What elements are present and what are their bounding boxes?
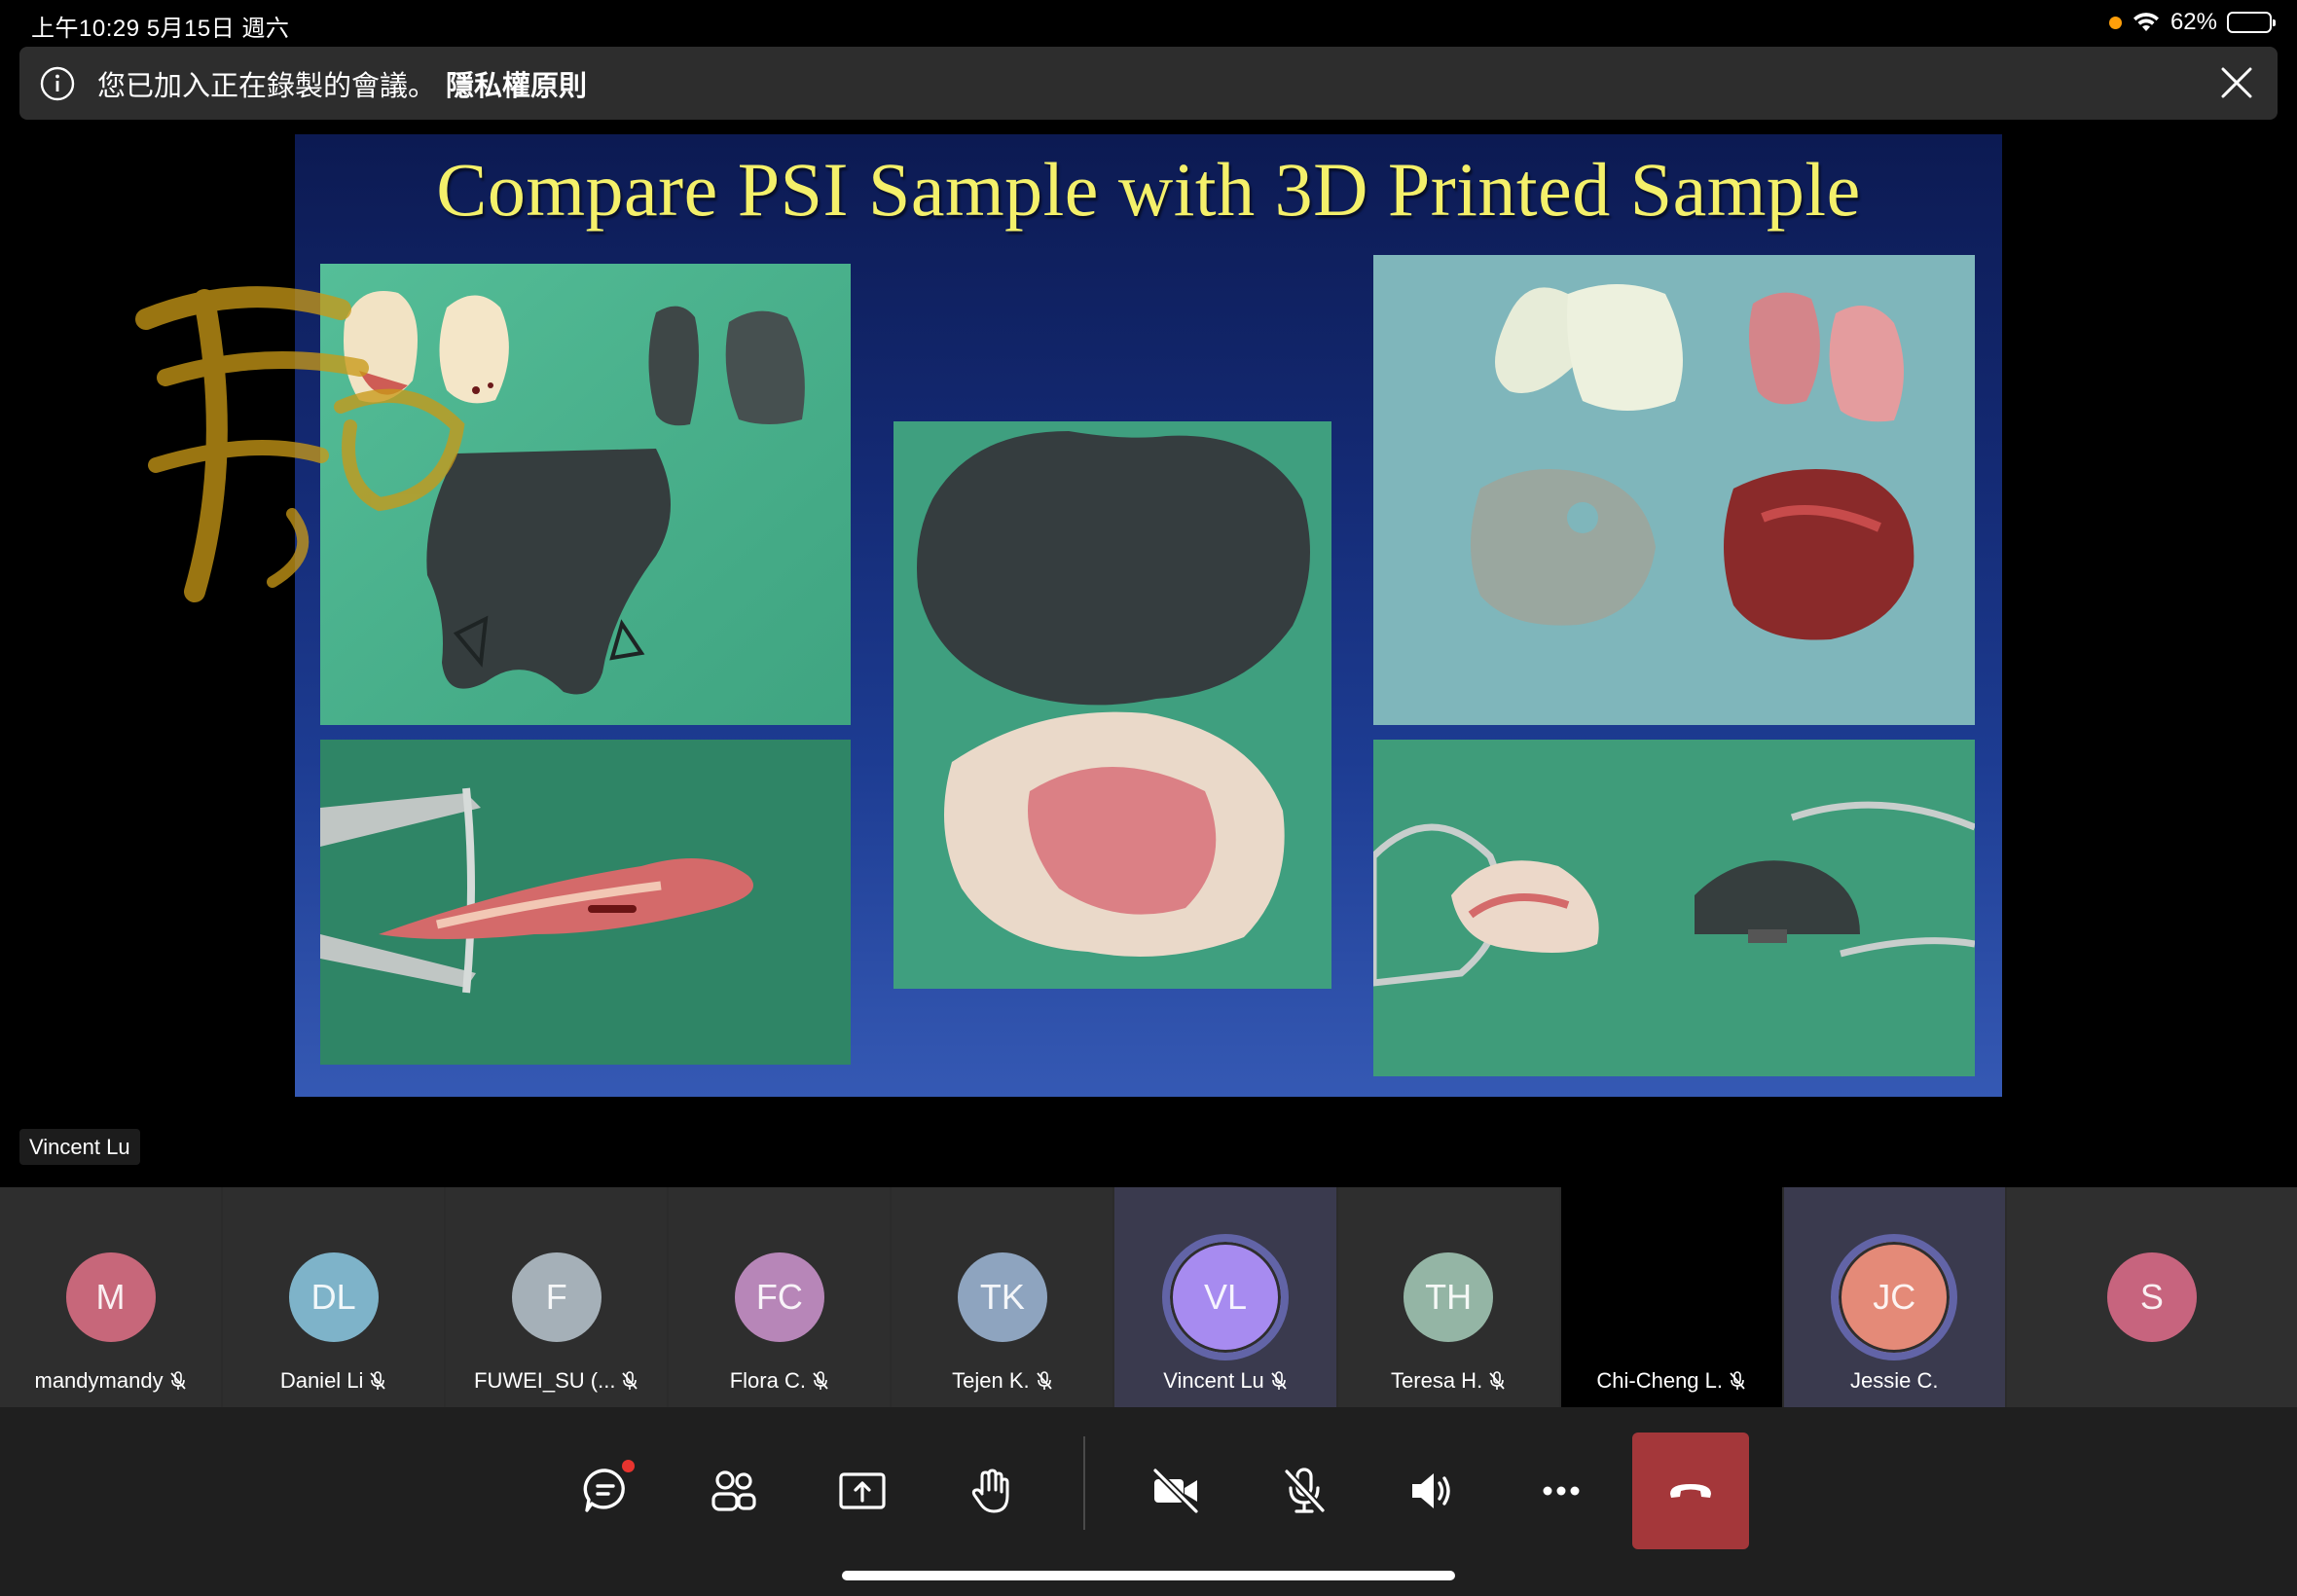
more-options-button[interactable]: [1503, 1433, 1620, 1549]
call-control-bar: [0, 1407, 2297, 1596]
share-screen-icon: [839, 1472, 886, 1509]
avatar: TK: [957, 1252, 1047, 1342]
hang-up-button[interactable]: [1632, 1433, 1749, 1549]
muted-mic-icon: [813, 1371, 828, 1390]
participant-tile[interactable]: TK Tejen K.: [892, 1187, 1113, 1407]
mic-off-icon: [1284, 1468, 1326, 1513]
avatar: JC: [1831, 1234, 1958, 1360]
participant-name: mandymandy: [0, 1368, 221, 1394]
participant-tile[interactable]: Mmandymandy: [0, 1187, 222, 1407]
participant-name: Tejen K.: [892, 1368, 1112, 1394]
participant-name-text: Teresa H.: [1391, 1368, 1483, 1393]
banner-message: 您已加入正在錄製的會議。: [97, 70, 437, 102]
status-indicators: 62%: [2108, 9, 2276, 36]
recording-indicator-icon: [2108, 16, 2122, 29]
close-icon[interactable]: [2217, 63, 2256, 102]
recording-notice-banner: 您已加入正在錄製的會議。 隱私權原則: [19, 47, 2278, 120]
participant-tile[interactable]: VL Vincent Lu: [1114, 1187, 1336, 1407]
participant-tile[interactable]: JC Jessie C.: [1783, 1187, 2005, 1407]
battery-percent: 62%: [2169, 9, 2217, 35]
control-divider: [1083, 1436, 1085, 1530]
wifi-icon: [2133, 13, 2159, 31]
participant-tile[interactable]: F FUWEI_SU (...: [446, 1187, 668, 1407]
participant-name-text: Vincent Lu: [1163, 1368, 1264, 1393]
participant-tile[interactable]: FC Flora C.: [669, 1187, 891, 1407]
chat-button[interactable]: [547, 1433, 664, 1549]
home-indicator[interactable]: [842, 1571, 1455, 1580]
muted-mic-icon: [370, 1371, 386, 1390]
privacy-policy-link[interactable]: 隱私權原則: [446, 63, 587, 104]
avatar: FC: [734, 1252, 824, 1342]
participant-name-text: Daniel Li: [279, 1368, 364, 1393]
participants-button[interactable]: [675, 1433, 792, 1549]
participant-tile[interactable]: Chi-Cheng L.: [1560, 1187, 1782, 1407]
participant-name: FUWEI_SU (...: [446, 1368, 667, 1394]
share-screen-button[interactable]: [804, 1433, 921, 1549]
hang-up-icon: [1670, 1484, 1711, 1498]
chat-unread-badge: [622, 1460, 635, 1472]
status-time: 上午10:29 5月15日 週六: [31, 16, 290, 42]
slide-photo-tibial-plate: [893, 421, 1331, 989]
chat-icon: [583, 1469, 625, 1512]
muted-mic-icon: [1036, 1371, 1052, 1390]
participant-name-text: Flora C.: [729, 1368, 806, 1393]
participant-strip: Mmandymandy DL Daniel Li F FUWEI_SU (... FC Fl…: [0, 1187, 2297, 1407]
slide-photo-four-samples: [1373, 255, 1975, 725]
participant-name-text: mandymandy: [34, 1368, 164, 1393]
avatar: DL: [288, 1252, 379, 1342]
muted-mic-icon: [622, 1371, 638, 1390]
raise-hand-button[interactable]: [932, 1433, 1049, 1549]
camera-off-icon: [1152, 1468, 1199, 1514]
calligraphy-watermark-icon: [135, 286, 465, 602]
slide-title: Compare PSI Sample with 3D Printed Sampl…: [436, 147, 1861, 232]
participant-name: Chi-Cheng L.: [1561, 1368, 1782, 1394]
participant-name: Flora C.: [669, 1368, 890, 1394]
avatar: M: [65, 1252, 156, 1342]
shared-content-area: Compare PSI Sample with 3D Printed Sampl…: [0, 125, 2297, 1183]
info-icon: [40, 66, 75, 100]
speaker-button[interactable]: [1374, 1433, 1491, 1549]
avatar: F: [511, 1252, 602, 1342]
status-bar: 上午10:29 5月15日 週六 62%: [0, 0, 2297, 45]
participant-tile[interactable]: DL Daniel Li: [223, 1187, 445, 1407]
avatar: VL: [1162, 1234, 1290, 1360]
camera-toggle-button[interactable]: [1117, 1433, 1234, 1549]
muted-mic-icon: [1730, 1371, 1745, 1390]
more-icon: [1543, 1486, 1580, 1496]
presenter-name-label: Vincent Lu: [19, 1129, 140, 1165]
muted-mic-icon: [169, 1371, 186, 1390]
muted-mic-icon: [1271, 1371, 1287, 1390]
speaker-icon: [1412, 1473, 1450, 1508]
slide-photo-holder-samples: [1373, 740, 1975, 1076]
participant-name-text: Tejen K.: [952, 1368, 1030, 1393]
muted-mic-icon: [1489, 1371, 1505, 1390]
avatar: S: [2106, 1252, 2197, 1342]
slide-photo-tissue-instrument: [320, 740, 851, 1065]
participant-name-text: FUWEI_SU (...: [474, 1368, 616, 1393]
avatar: TH: [1404, 1252, 1494, 1342]
mic-toggle-button[interactable]: [1246, 1433, 1363, 1549]
participant-name-text: Chi-Cheng L.: [1596, 1368, 1724, 1393]
participant-tile[interactable]: TH Teresa H.: [1337, 1187, 1559, 1407]
raise-hand-icon: [971, 1469, 1009, 1513]
participant-name: Teresa H.: [1338, 1368, 1559, 1394]
participant-name: Jessie C.: [1784, 1368, 2005, 1394]
battery-icon: [2227, 12, 2276, 33]
presentation-slide: Compare PSI Sample with 3D Printed Sampl…: [295, 134, 2002, 1097]
participant-name: Vincent Lu: [1114, 1368, 1335, 1394]
people-icon: [711, 1470, 756, 1511]
participant-name-text: Jessie C.: [1850, 1368, 1939, 1393]
participant-name: Daniel Li: [223, 1368, 444, 1394]
participant-tile[interactable]: S: [2006, 1187, 2297, 1407]
